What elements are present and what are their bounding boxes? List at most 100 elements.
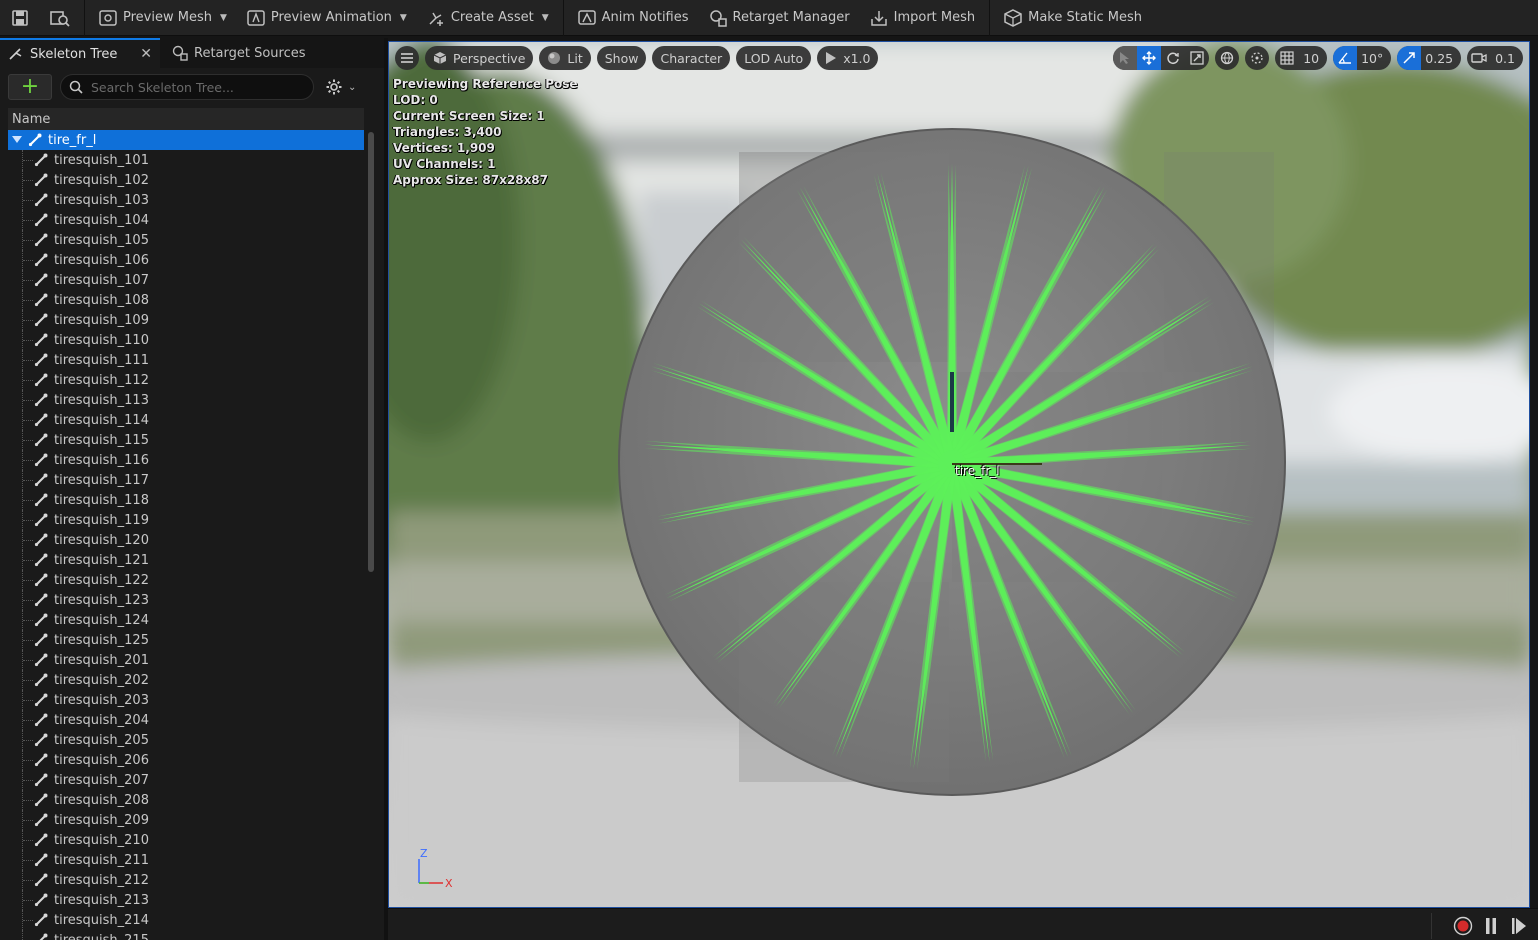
anim-notifies-icon — [577, 9, 596, 25]
lod-button[interactable]: LOD Auto — [736, 46, 812, 70]
tree-row[interactable]: tiresquish_121 — [8, 550, 364, 570]
tree-row[interactable]: tiresquish_119 — [8, 510, 364, 530]
bone-icon — [32, 850, 50, 870]
tree-row[interactable]: tiresquish_212 — [8, 870, 364, 890]
tree-row[interactable]: tiresquish_124 — [8, 610, 364, 630]
anim-notifies-button[interactable]: Anim Notifies — [568, 0, 699, 36]
tree-row[interactable]: tiresquish_105 — [8, 230, 364, 250]
tree-row[interactable]: tiresquish_207 — [8, 770, 364, 790]
tree-row[interactable]: tiresquish_213 — [8, 890, 364, 910]
rotation-snap-toggle[interactable] — [1333, 46, 1358, 70]
stat-line: Approx Size: 87x28x87 — [393, 173, 548, 187]
camera-speed-value[interactable]: 0.1 — [1491, 46, 1523, 70]
tree-row[interactable]: tiresquish_117 — [8, 470, 364, 490]
perspective-label: Perspective — [453, 50, 526, 66]
tree-row[interactable]: tiresquish_120 — [8, 530, 364, 550]
bone-label: tiresquish_202 — [54, 672, 149, 688]
step-forward-button[interactable] — [1508, 915, 1530, 937]
tree-row[interactable]: tiresquish_103 — [8, 190, 364, 210]
tree-row[interactable]: tiresquish_102 — [8, 170, 364, 190]
bone-tree: tire_fr_l tiresquish_101 tiresquish_102 ti… — [8, 130, 364, 940]
bone-icon — [32, 310, 50, 330]
tree-row[interactable]: tiresquish_122 — [8, 570, 364, 590]
tab-skeleton-tree[interactable]: Skeleton Tree ✕ — [0, 38, 160, 68]
rotate-mode-button[interactable] — [1161, 46, 1185, 70]
tree-row[interactable]: tiresquish_116 — [8, 450, 364, 470]
axis-gizmo: Z X — [418, 847, 453, 887]
tree-row[interactable]: tiresquish_211 — [8, 850, 364, 870]
preview-animation-button[interactable]: Preview Animation ▼ — [237, 0, 417, 36]
tree-row[interactable]: tiresquish_204 — [8, 710, 364, 730]
record-button[interactable] — [1452, 915, 1474, 937]
playback-speed-button[interactable]: x1.0 — [817, 46, 879, 70]
tree-row[interactable]: tiresquish_201 — [8, 650, 364, 670]
name-column-header[interactable]: Name — [8, 108, 364, 130]
bone-icon — [32, 670, 50, 690]
surface-snap-button[interactable] — [1245, 46, 1269, 70]
tree-row[interactable]: tiresquish_101 — [8, 150, 364, 170]
bone-icon — [32, 170, 50, 190]
tree-row[interactable]: tiresquish_123 — [8, 590, 364, 610]
tree-row[interactable]: tiresquish_205 — [8, 730, 364, 750]
camera-speed-button[interactable] — [1467, 46, 1491, 70]
tree-row[interactable]: tiresquish_110 — [8, 330, 364, 350]
character-button[interactable]: Character — [652, 46, 731, 70]
preview-viewport[interactable]: Perspective Lit Show Character LOD Auto … — [388, 41, 1530, 908]
tree-row[interactable]: tiresquish_202 — [8, 670, 364, 690]
sphere-icon — [548, 52, 561, 64]
tree-row-root[interactable]: tire_fr_l — [8, 130, 364, 150]
scale-snap-icon — [1403, 52, 1416, 64]
create-asset-button[interactable]: Create Asset ▼ — [417, 0, 559, 36]
translate-mode-button[interactable] — [1137, 46, 1162, 70]
expand-arrow-icon[interactable] — [10, 136, 24, 144]
scale-mode-button[interactable] — [1185, 46, 1209, 70]
tree-row[interactable]: tiresquish_106 — [8, 250, 364, 270]
tree-row[interactable]: tiresquish_115 — [8, 430, 364, 450]
tree-row[interactable]: tiresquish_215 — [8, 930, 364, 940]
scale-snap-toggle[interactable] — [1397, 46, 1422, 70]
plus-icon: + — [20, 74, 40, 99]
preview-mesh-button[interactable]: Preview Mesh ▼ — [89, 0, 237, 36]
save-icon[interactable] — [0, 0, 40, 36]
tab-retarget-sources[interactable]: Retarget Sources — [160, 38, 314, 68]
tree-row[interactable]: tiresquish_208 — [8, 790, 364, 810]
rotation-snap-value[interactable]: 10° — [1357, 46, 1391, 70]
tree-row[interactable]: tiresquish_113 — [8, 390, 364, 410]
pause-button[interactable] — [1482, 915, 1500, 937]
tree-row[interactable]: tiresquish_109 — [8, 310, 364, 330]
tree-settings-button[interactable]: ⌄ — [326, 79, 356, 95]
tree-row[interactable]: tiresquish_104 — [8, 210, 364, 230]
grid-snap-value[interactable]: 10 — [1299, 46, 1327, 70]
tree-row[interactable]: tiresquish_209 — [8, 810, 364, 830]
import-mesh-button[interactable]: Import Mesh — [860, 0, 986, 36]
tree-row[interactable]: tiresquish_107 — [8, 270, 364, 290]
show-button[interactable]: Show — [596, 46, 647, 70]
close-icon[interactable]: ✕ — [140, 46, 152, 62]
tree-row[interactable]: tiresquish_118 — [8, 490, 364, 510]
tree-row[interactable]: tiresquish_203 — [8, 690, 364, 710]
retarget-sources-icon — [172, 45, 188, 61]
coordinate-system-button[interactable] — [1215, 46, 1239, 70]
tree-row[interactable]: tiresquish_214 — [8, 910, 364, 930]
import-mesh-label: Import Mesh — [893, 10, 976, 25]
search-input[interactable] — [91, 79, 301, 95]
tree-row[interactable]: tiresquish_206 — [8, 750, 364, 770]
tree-row[interactable]: tiresquish_210 — [8, 830, 364, 850]
tree-scrollbar[interactable] — [368, 132, 374, 572]
scale-snap-value[interactable]: 0.25 — [1421, 46, 1461, 70]
add-bone-button[interactable]: + — [8, 74, 52, 100]
make-static-mesh-button[interactable]: Make Static Mesh — [994, 0, 1152, 36]
browse-asset-icon[interactable] — [40, 0, 80, 36]
tree-row[interactable]: tiresquish_112 — [8, 370, 364, 390]
perspective-button[interactable]: Perspective — [425, 46, 534, 70]
tree-row[interactable]: tiresquish_108 — [8, 290, 364, 310]
viewport-menu-button[interactable] — [395, 46, 419, 70]
lit-button[interactable]: Lit — [539, 46, 591, 70]
grid-snap-toggle[interactable] — [1275, 46, 1299, 70]
retarget-manager-button[interactable]: Retarget Manager — [699, 0, 860, 36]
tree-row[interactable]: tiresquish_114 — [8, 410, 364, 430]
tree-row[interactable]: tiresquish_111 — [8, 350, 364, 370]
select-mode-button[interactable] — [1113, 46, 1138, 70]
create-asset-label: Create Asset — [450, 10, 534, 25]
tree-row[interactable]: tiresquish_125 — [8, 630, 364, 650]
